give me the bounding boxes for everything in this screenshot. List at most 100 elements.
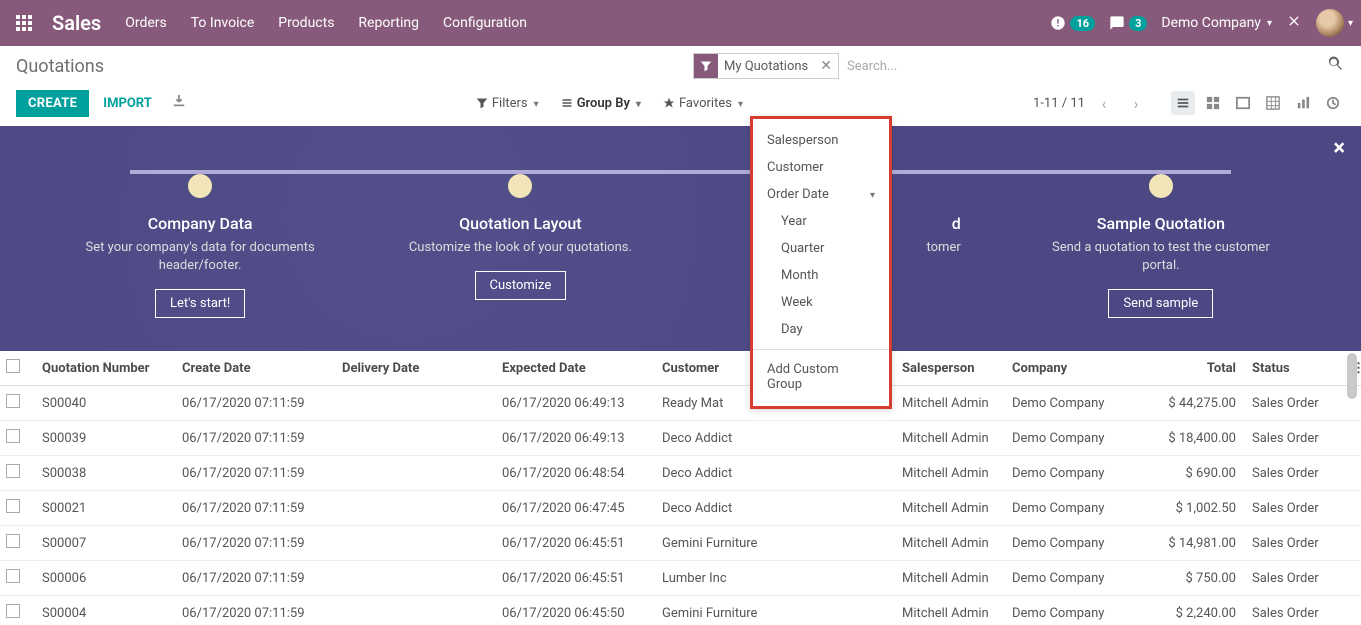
favorites-dropdown[interactable]: Favorites: [663, 96, 743, 111]
download-icon[interactable]: [172, 94, 186, 112]
onboard-card-layout: Quotation Layout Customize the look of y…: [360, 154, 680, 318]
cell-sp: Mitchell Admin: [896, 561, 1006, 596]
groupby-order-date[interactable]: Order Date: [753, 181, 889, 208]
nav-orders[interactable]: Orders: [125, 15, 167, 31]
cell-qn: S00004: [36, 596, 176, 625]
apps-icon[interactable]: [8, 7, 40, 39]
graph-view-icon[interactable]: [1291, 91, 1315, 115]
cell-st: Sales Order: [1246, 596, 1346, 625]
table-header-row: Quotation Number Create Date Delivery Da…: [0, 351, 1361, 386]
groupby-customer[interactable]: Customer: [753, 154, 889, 181]
cell-qn: S00040: [36, 386, 176, 421]
app-brand[interactable]: Sales: [52, 11, 101, 35]
cell-sp: Mitchell Admin: [896, 421, 1006, 456]
row-checkbox[interactable]: [6, 464, 20, 478]
col-sp[interactable]: Salesperson: [896, 351, 1006, 386]
search-input[interactable]: [839, 55, 1319, 78]
groupby-dropdown[interactable]: Group By: [561, 96, 641, 111]
activity-view-icon[interactable]: [1321, 91, 1345, 115]
close-icon[interactable]: ×: [1333, 136, 1345, 161]
scrollbar[interactable]: [1345, 353, 1359, 623]
col-dd[interactable]: Delivery Date: [336, 351, 496, 386]
step-dot: [188, 174, 212, 198]
row-checkbox[interactable]: [6, 394, 20, 408]
company-switcher[interactable]: Demo Company: [1161, 15, 1272, 31]
pivot-view-icon[interactable]: [1261, 91, 1285, 115]
col-qn[interactable]: Quotation Number: [36, 351, 176, 386]
table-row[interactable]: S0000706/17/2020 07:11:5906/17/2020 06:4…: [0, 526, 1361, 561]
nav-configuration[interactable]: Configuration: [443, 15, 527, 31]
select-all-checkbox[interactable]: [6, 359, 20, 373]
scroll-thumb[interactable]: [1347, 353, 1357, 399]
groupby-menu: Salesperson Customer Order Date Year Qua…: [750, 116, 892, 409]
groupby-week[interactable]: Week: [753, 289, 889, 316]
groupby-year[interactable]: Year: [753, 208, 889, 235]
col-cd[interactable]: Create Date: [176, 351, 336, 386]
nav-reporting[interactable]: Reporting: [358, 15, 419, 31]
debug-icon[interactable]: [1286, 13, 1302, 33]
list-view-icon[interactable]: [1171, 91, 1195, 115]
cell-ed: 06/17/2020 06:45:51: [496, 526, 656, 561]
pager-prev[interactable]: ‹: [1091, 90, 1117, 116]
step-dot: [1149, 174, 1173, 198]
row-checkbox[interactable]: [6, 604, 20, 618]
row-checkbox[interactable]: [6, 429, 20, 443]
cell-ed: 06/17/2020 06:49:13: [496, 386, 656, 421]
cell-co: Demo Company: [1006, 526, 1146, 561]
cell-dd: [336, 561, 496, 596]
cell-cu: Lumber Inc: [656, 561, 896, 596]
table-row[interactable]: S0000606/17/2020 07:11:5906/17/2020 06:4…: [0, 561, 1361, 596]
cell-cu: Gemini Furniture: [656, 526, 896, 561]
groupby-day[interactable]: Day: [753, 316, 889, 343]
table-row[interactable]: S0003806/17/2020 07:11:5906/17/2020 06:4…: [0, 456, 1361, 491]
table-row[interactable]: S0002106/17/2020 07:11:5906/17/2020 06:4…: [0, 491, 1361, 526]
quotations-table: Quotation Number Create Date Delivery Da…: [0, 351, 1361, 625]
card-btn-customize[interactable]: Customize: [475, 271, 567, 300]
user-menu[interactable]: [1316, 9, 1353, 37]
groupby-quarter[interactable]: Quarter: [753, 235, 889, 262]
cell-to: $ 14,981.00: [1146, 526, 1246, 561]
cell-sp: Mitchell Admin: [896, 456, 1006, 491]
groupby-salesperson[interactable]: Salesperson: [753, 127, 889, 154]
kanban-view-icon[interactable]: [1201, 91, 1225, 115]
cell-co: Demo Company: [1006, 421, 1146, 456]
filters-dropdown[interactable]: Filters: [476, 96, 539, 111]
row-checkbox[interactable]: [6, 534, 20, 548]
col-co[interactable]: Company: [1006, 351, 1146, 386]
activities-chip[interactable]: 16: [1050, 15, 1095, 31]
card-desc: Send a quotation to test the customer po…: [1041, 239, 1281, 275]
table-row[interactable]: S0000406/17/2020 07:11:5906/17/2020 06:4…: [0, 596, 1361, 625]
col-to[interactable]: Total: [1146, 351, 1246, 386]
cell-to: $ 44,275.00: [1146, 386, 1246, 421]
nav-products[interactable]: Products: [278, 15, 334, 31]
facet-remove[interactable]: ✕: [814, 58, 838, 74]
cell-sp: Mitchell Admin: [896, 491, 1006, 526]
table-row[interactable]: S0003906/17/2020 07:11:5906/17/2020 06:4…: [0, 421, 1361, 456]
nav-to-invoice[interactable]: To Invoice: [191, 15, 255, 31]
pager-next[interactable]: ›: [1123, 90, 1149, 116]
import-link[interactable]: IMPORT: [103, 96, 152, 111]
row-checkbox[interactable]: [6, 499, 20, 513]
pager-range[interactable]: 1-11 / 11: [1033, 96, 1085, 111]
cell-co: Demo Company: [1006, 491, 1146, 526]
row-checkbox[interactable]: [6, 569, 20, 583]
calendar-view-icon[interactable]: [1231, 91, 1255, 115]
cell-ed: 06/17/2020 06:47:45: [496, 491, 656, 526]
card-title: Company Data: [40, 214, 360, 233]
card-title: Quotation Layout: [360, 214, 680, 233]
create-button[interactable]: CREATE: [16, 90, 89, 117]
cell-qn: S00006: [36, 561, 176, 596]
groupby-add-custom[interactable]: Add Custom Group: [753, 356, 889, 398]
messages-chip[interactable]: 3: [1109, 15, 1147, 31]
search-icon[interactable]: [1327, 55, 1345, 77]
menu-separator: [753, 349, 889, 350]
groupby-month[interactable]: Month: [753, 262, 889, 289]
card-btn-send-sample[interactable]: Send sample: [1108, 289, 1213, 318]
table-row[interactable]: S0004006/17/2020 07:11:5906/17/2020 06:4…: [0, 386, 1361, 421]
card-btn-start[interactable]: Let's start!: [155, 289, 245, 318]
control-row: Quotations My Quotations ✕: [0, 46, 1361, 86]
onboard-card-company: Company Data Set your company's data for…: [40, 154, 360, 318]
col-st[interactable]: Status: [1246, 351, 1346, 386]
col-ed[interactable]: Expected Date: [496, 351, 656, 386]
cell-dd: [336, 456, 496, 491]
